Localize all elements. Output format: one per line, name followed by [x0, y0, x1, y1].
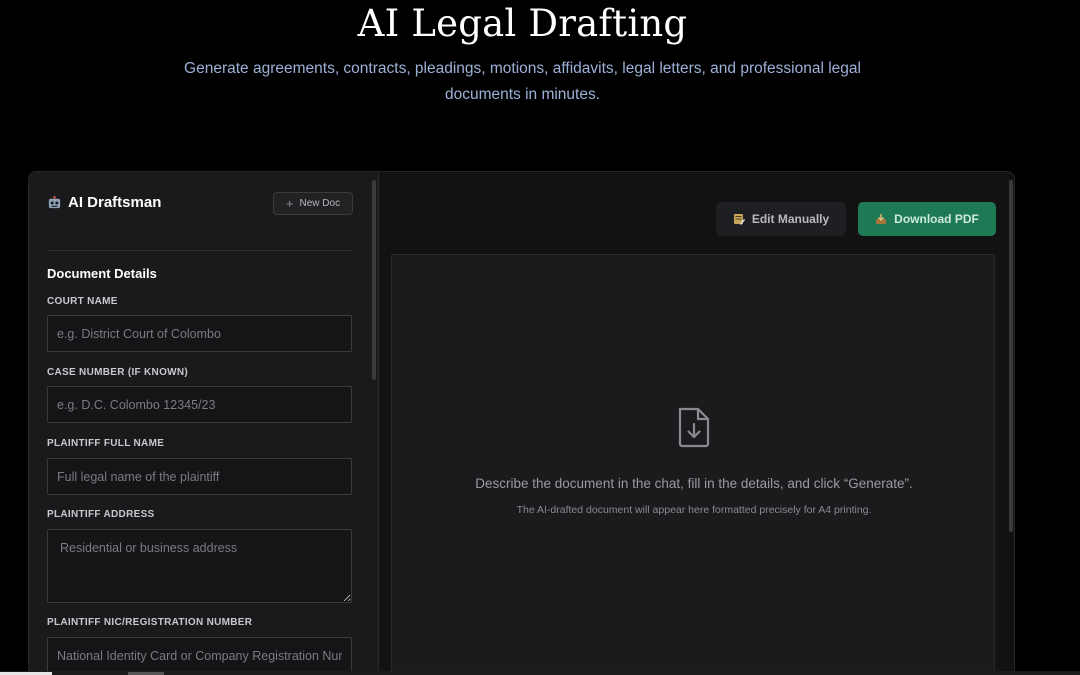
inbox-tray-icon	[876, 214, 887, 224]
memo-icon	[733, 214, 745, 225]
sidebar-scrollbar[interactable]	[372, 180, 376, 380]
sidebar: AI Draftsman + New Doc Document Details …	[29, 172, 379, 674]
file-download-icon	[678, 407, 710, 448]
plaintiff-address-label: PLAINTIFF ADDRESS	[47, 509, 155, 520]
case-number-input[interactable]	[47, 386, 352, 423]
section-title: Document Details	[47, 266, 157, 281]
sidebar-divider	[47, 250, 352, 251]
brand-name: AI Draftsman	[68, 194, 162, 211]
download-pdf-label: Download PDF	[894, 212, 979, 226]
document-panel: Edit Manually Download PDF Describe the …	[379, 172, 1014, 674]
court-name-label: COURT NAME	[47, 296, 118, 307]
drafting-app: AI Draftsman + New Doc Document Details …	[28, 171, 1015, 675]
plaintiff-name-label: PLAINTIFF FULL NAME	[47, 438, 165, 449]
court-name-input[interactable]	[47, 315, 352, 352]
page-subtitle: Generate agreements, contracts, pleading…	[184, 60, 861, 103]
robot-icon	[48, 195, 61, 209]
empty-state-message: Describe the document in the chat, fill …	[475, 476, 913, 491]
empty-state-hint: The AI-drafted document will appear here…	[516, 504, 872, 516]
new-doc-button[interactable]: + New Doc	[273, 192, 353, 215]
plus-icon: +	[285, 196, 294, 211]
main-scrollbar[interactable]	[1009, 180, 1013, 532]
new-doc-label: New Doc	[299, 198, 341, 209]
edit-manually-label: Edit Manually	[751, 212, 830, 226]
plaintiff-name-input[interactable]	[47, 458, 352, 495]
case-number-label: CASE NUMBER (IF KNOWN)	[47, 367, 189, 378]
download-pdf-button[interactable]: Download PDF	[858, 202, 996, 236]
page-title: AI Legal Drafting	[357, 2, 688, 45]
edit-manually-button[interactable]: Edit Manually	[716, 202, 846, 236]
plaintiff-address-textarea[interactable]	[47, 529, 352, 603]
plaintiff-nic-input[interactable]	[47, 637, 352, 674]
brand: AI Draftsman	[47, 194, 161, 211]
plaintiff-nic-label: PLAINTIFF NIC/REGISTRATION NUMBER	[47, 617, 253, 628]
document-preview: Describe the document in the chat, fill …	[391, 254, 995, 674]
